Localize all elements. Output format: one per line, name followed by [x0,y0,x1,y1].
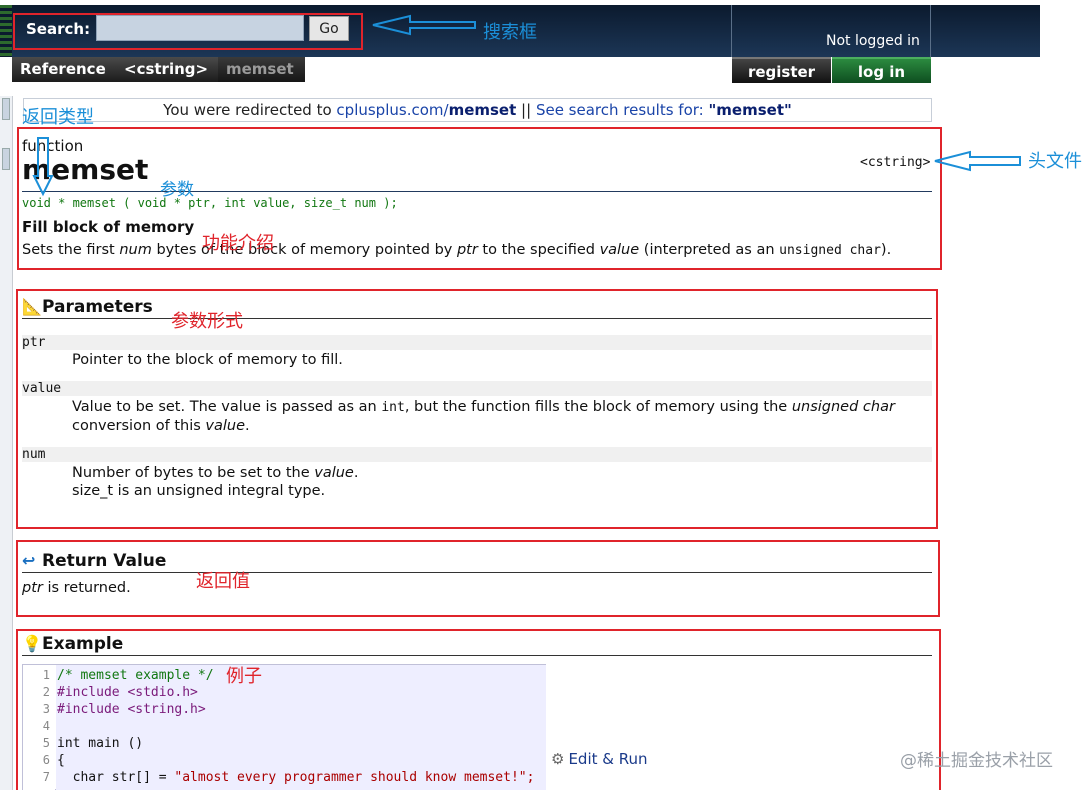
left-nav-tab[interactable] [2,148,10,170]
annotation-box-return [16,540,940,617]
annotation-arrow-search [372,14,476,36]
login-panel [731,5,931,57]
breadcrumb-memset: memset [218,57,305,82]
annotation-param-form: 参数形式 [171,311,243,332]
search-results-link[interactable]: See search results for: "memset" [536,101,792,119]
annotation-arrow-return-type [32,137,54,197]
annotation-box-function [17,127,942,270]
annotation-header-file: 头文件 [1028,151,1082,172]
login-button[interactable]: log in [832,57,931,83]
watermark: @稀土掘金技术社区 [900,751,1053,771]
redirect-prefix: You were redirected to [163,101,337,119]
redirect-site: cplusplus.com/ [336,101,449,119]
annotation-arrow-header-file [934,150,1021,172]
breadcrumb-cstring[interactable]: <cstring> [116,57,218,82]
annotation-box-example [16,629,941,790]
annotation-search-box: 搜索框 [483,22,537,43]
left-nav-tab[interactable] [2,98,10,120]
see-results-text: See search results for: [535,101,709,119]
search-query: "memset" [708,101,792,119]
redirect-page: memset [448,101,517,119]
breadcrumb-reference[interactable]: Reference [12,57,116,82]
register-button[interactable]: register [732,57,831,83]
annotation-return-type: 返回类型 [22,107,94,128]
annotation-example: 例子 [226,666,262,687]
left-nav-strip [0,96,13,790]
header-edge-decoration [0,5,12,57]
annotation-params: 参数 [160,180,194,200]
annotation-function-intro: 功能介绍 [202,233,274,254]
annotation-box-search [13,13,363,50]
annotation-box-parameters [16,289,938,529]
redirect-separator: || [516,101,536,119]
login-status: Not logged in [826,33,920,49]
annotation-return-value: 返回值 [196,571,250,592]
redirect-notice: You were redirected to cplusplus.com/mem… [23,98,932,122]
redirect-link[interactable]: cplusplus.com/memset [336,101,516,119]
